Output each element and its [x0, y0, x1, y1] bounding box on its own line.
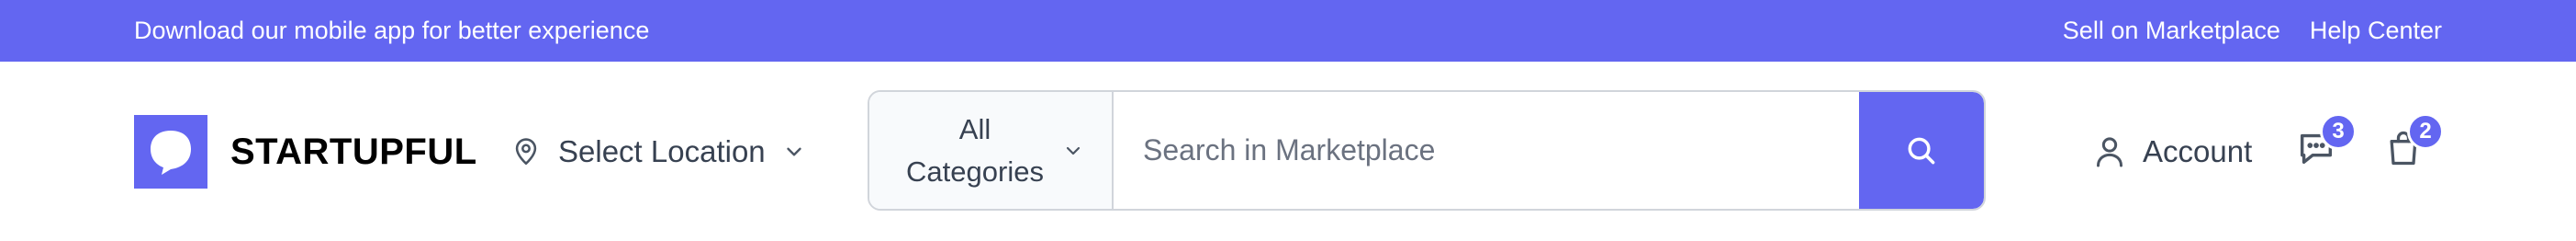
cart-button[interactable]: 2	[2376, 113, 2444, 176]
search-button[interactable]	[1859, 92, 1984, 209]
chevron-down-icon	[786, 147, 801, 156]
brand-name: STARTUPFUL	[230, 131, 477, 172]
map-pin-icon	[515, 138, 537, 166]
account-button[interactable]: Account	[2091, 122, 2252, 181]
user-icon	[2097, 137, 2122, 167]
account-label: Account	[2143, 134, 2253, 168]
cart-count-badge: 2	[2407, 113, 2444, 150]
topbar-links: Sell on Marketplace Help Center	[2063, 17, 2442, 45]
announcement-bar: Download our mobile app for better exper…	[0, 0, 2576, 62]
messages-count-badge: 3	[2320, 113, 2357, 150]
sell-on-marketplace-link[interactable]: Sell on Marketplace	[2063, 17, 2280, 45]
app-promo-text: Download our mobile app for better exper…	[134, 17, 650, 44]
chat-bubble-logo-icon	[134, 115, 207, 189]
location-label: Select Location	[558, 134, 766, 168]
search-icon	[1908, 137, 1935, 164]
category-label: All Categories	[906, 112, 1044, 188]
search-bar: All Categories	[868, 90, 1986, 211]
help-center-link[interactable]: Help Center	[2310, 17, 2442, 45]
messages-button[interactable]: 3	[2289, 113, 2357, 176]
category-dropdown[interactable]: All Categories	[869, 92, 1114, 209]
search-input[interactable]	[1114, 92, 1859, 209]
main-header: STARTUPFUL Select Location All Categorie…	[0, 62, 2576, 241]
location-selector[interactable]: Select Location	[510, 122, 806, 181]
chevron-down-icon	[1066, 146, 1081, 155]
logo[interactable]: STARTUPFUL	[134, 115, 477, 189]
